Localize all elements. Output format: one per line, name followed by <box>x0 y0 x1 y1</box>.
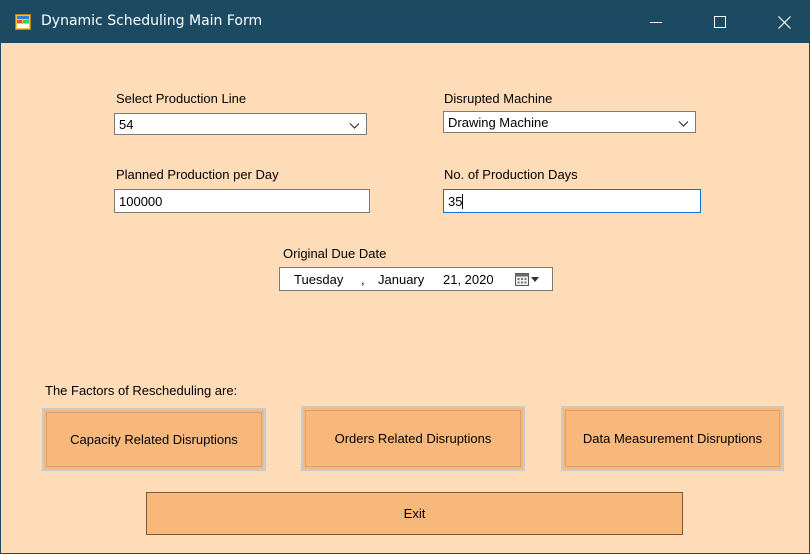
due-date-month: January <box>378 272 425 287</box>
disrupted-machine-select[interactable]: Drawing Machine <box>443 111 696 133</box>
calendar-dropdown-icon[interactable] <box>515 273 541 290</box>
exit-label: Exit <box>403 506 426 521</box>
disrupted-machine-label: Disrupted Machine <box>444 91 553 106</box>
capacity-disruptions-button[interactable]: Capacity Related Disruptions <box>42 408 266 471</box>
capacity-disruptions-label: Capacity Related Disruptions <box>70 432 238 447</box>
app-form-icon <box>15 14 31 30</box>
production-line-select[interactable]: 54 <box>114 113 367 135</box>
production-line-label: Select Production Line <box>116 91 247 106</box>
planned-production-value: 100000 <box>119 194 163 209</box>
due-date-label: Original Due Date <box>283 246 387 261</box>
orders-disruptions-label: Orders Related Disruptions <box>334 431 492 446</box>
factors-label: The Factors of Rescheduling are: <box>45 383 238 398</box>
minimize-icon <box>650 22 662 23</box>
data-measurement-disruptions-button[interactable]: Data Measurement Disruptions <box>561 406 784 471</box>
chevron-down-icon <box>349 119 360 134</box>
main-form-window: Dynamic Scheduling Main Form Select Prod… <box>0 0 810 554</box>
maximize-icon <box>714 16 726 28</box>
window-title: Dynamic Scheduling Main Form <box>41 13 263 29</box>
chevron-down-icon <box>678 117 689 132</box>
maximize-button[interactable] <box>697 1 743 43</box>
production-line-value: 54 <box>119 117 134 132</box>
planned-production-input[interactable]: 100000 <box>114 189 370 213</box>
production-days-label: No. of Production Days <box>444 167 578 182</box>
due-date-separator: , <box>361 272 365 287</box>
due-date-day-year: 21, 2020 <box>443 272 494 287</box>
orders-disruptions-button[interactable]: Orders Related Disruptions <box>301 406 525 471</box>
production-days-input[interactable]: 35 <box>443 189 701 213</box>
due-date-picker[interactable]: Tuesday , January 21, 2020 <box>279 267 553 291</box>
planned-production-label: Planned Production per Day <box>116 167 279 182</box>
close-button[interactable] <box>761 1 807 43</box>
disrupted-machine-value: Drawing Machine <box>448 115 549 130</box>
exit-button[interactable]: Exit <box>146 492 683 535</box>
data-measurement-disruptions-label: Data Measurement Disruptions <box>582 431 763 446</box>
title-bar[interactable]: Dynamic Scheduling Main Form <box>1 1 809 43</box>
production-days-value: 35 <box>448 194 463 209</box>
text-caret <box>462 194 464 209</box>
close-icon <box>777 15 791 29</box>
minimize-button[interactable] <box>633 1 679 43</box>
due-date-weekday: Tuesday <box>294 272 344 287</box>
